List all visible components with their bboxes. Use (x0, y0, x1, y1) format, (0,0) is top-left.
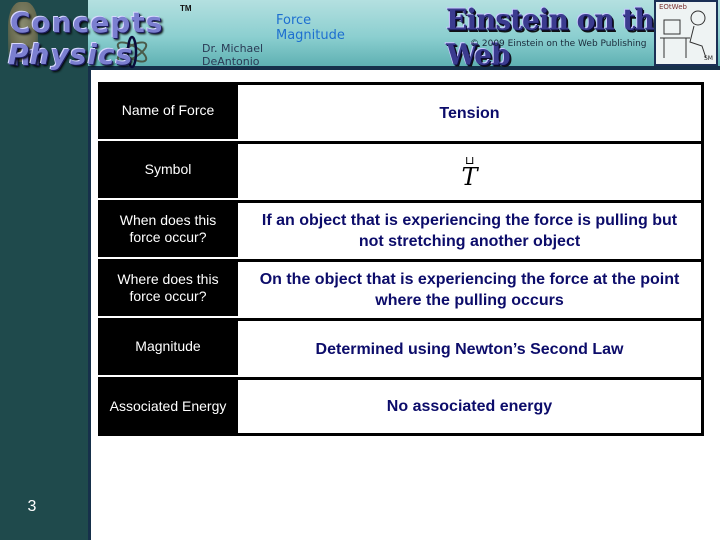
table-row: When does this force occur? If an object… (98, 200, 704, 259)
row-label-where: Where does this force occur? (98, 259, 238, 318)
force-properties-table: Name of Force Tension Symbol T When does… (98, 82, 704, 436)
row-value-when: If an object that is experiencing the fo… (238, 200, 704, 259)
row-label-name-of-force: Name of Force (98, 82, 238, 141)
vector-arrow-icon (466, 156, 474, 164)
logo-text-line2: Physics (8, 38, 134, 71)
tension-symbol: T (461, 156, 478, 191)
row-value-symbol: T (238, 141, 704, 200)
concepts-in-physics-logo: Concepts in Physics TM (4, 2, 194, 72)
slide-title-line2: Magnitude (276, 28, 345, 43)
left-sidebar (0, 0, 88, 540)
author-line1: Dr. Michael (202, 42, 264, 55)
row-label-when: When does this force occur? (98, 200, 238, 259)
sidebar-divider (88, 66, 91, 540)
row-value-magnitude: Determined using Newton’s Second Law (238, 318, 704, 377)
cartoon-label: EOtWeb (659, 3, 687, 11)
cartoon-signature: SM (704, 55, 713, 62)
author-line2: DeAntonio (202, 55, 260, 68)
table-row: Magnitude Determined using Newton’s Seco… (98, 318, 704, 377)
table-row: Name of Force Tension (98, 82, 704, 141)
slide-title: Force Magnitude (276, 13, 345, 43)
table-row: Associated Energy No associated energy (98, 377, 704, 436)
row-value-where: On the object that is experiencing the f… (238, 259, 704, 318)
copyright-notice: © 2009 Einstein on the Web Publishing (470, 39, 647, 49)
row-label-symbol: Symbol (98, 141, 238, 200)
row-label-associated-energy: Associated Energy (98, 377, 238, 436)
row-value-associated-energy: No associated energy (238, 377, 704, 436)
page-number: 3 (27, 498, 37, 515)
slide-title-line1: Force (276, 13, 312, 28)
row-value-name-of-force: Tension (238, 82, 704, 141)
symbol-letter: T (461, 162, 478, 191)
table-row: Symbol T (98, 141, 704, 200)
row-label-magnitude: Magnitude (98, 318, 238, 377)
einstein-cartoon-icon: EOtWeb SM (654, 0, 718, 66)
table-row: Where does this force occur? On the obje… (98, 259, 704, 318)
trademark-mark: TM (180, 4, 192, 13)
author-name: Dr. Michael DeAntonio (202, 42, 263, 68)
